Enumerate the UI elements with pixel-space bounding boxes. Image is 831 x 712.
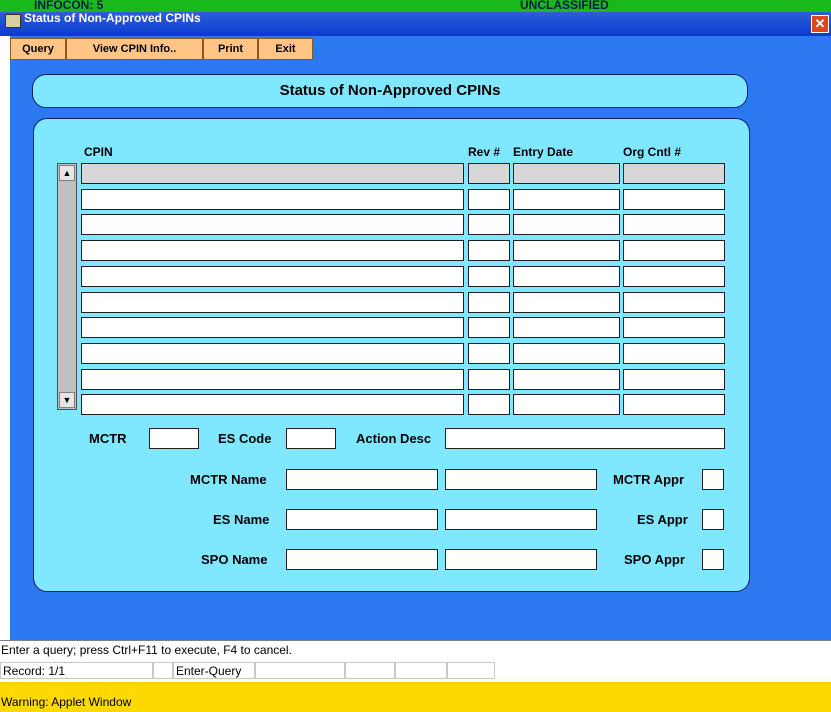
cpin-cell[interactable] bbox=[81, 163, 464, 184]
action-desc-label: Action Desc bbox=[356, 431, 432, 446]
rev-cell[interactable] bbox=[468, 265, 510, 287]
mctr-name-label: MCTR Name bbox=[190, 472, 267, 487]
scroll-up-icon[interactable]: ▲ bbox=[59, 165, 75, 181]
org-cntl-cell[interactable] bbox=[623, 368, 725, 390]
cpin-cell[interactable] bbox=[81, 368, 464, 390]
rev-cell[interactable] bbox=[468, 163, 510, 184]
rev-cell[interactable] bbox=[468, 342, 510, 364]
org-cntl-cell[interactable] bbox=[623, 291, 725, 313]
mode-indicator: Enter-Query bbox=[173, 662, 255, 679]
org-cntl-cell[interactable] bbox=[623, 265, 725, 287]
column-header-rev: Rev # bbox=[468, 145, 501, 159]
table-scrollbar[interactable]: ▲ ▼ bbox=[57, 163, 77, 410]
action-desc-field[interactable] bbox=[445, 428, 725, 449]
org-cntl-cell[interactable] bbox=[623, 317, 725, 339]
spo-name-field-2[interactable] bbox=[445, 549, 597, 570]
warning-text: Warning: Applet Window bbox=[1, 695, 132, 709]
column-header-entry-date: Entry Date bbox=[513, 145, 574, 159]
print-button[interactable]: Print bbox=[203, 38, 258, 60]
entry-date-cell[interactable] bbox=[513, 317, 620, 339]
cpin-cell[interactable] bbox=[81, 342, 464, 364]
spo-name-label: SPO Name bbox=[201, 552, 268, 567]
entry-date-cell[interactable] bbox=[513, 188, 620, 210]
es-appr-label: ES Appr bbox=[637, 512, 688, 527]
mctr-name-field[interactable] bbox=[286, 469, 438, 490]
entry-date-cell[interactable] bbox=[513, 368, 620, 390]
window-title: Status of Non-Approved CPINs bbox=[24, 11, 201, 25]
status-segment bbox=[153, 662, 173, 679]
classification-label: UNCLASSIFIED bbox=[520, 0, 609, 12]
scroll-down-icon[interactable]: ▼ bbox=[59, 392, 75, 408]
cpin-panel: CPIN Rev # Entry Date Org Cntl # ▲ ▼ MCT… bbox=[33, 118, 750, 592]
cpin-cell[interactable] bbox=[81, 214, 464, 236]
applet-warning-bar: Warning: Applet Window bbox=[0, 682, 831, 712]
status-segment bbox=[345, 662, 395, 679]
es-appr-field[interactable] bbox=[702, 509, 724, 530]
mctr-field[interactable] bbox=[149, 428, 199, 449]
cpin-cell[interactable] bbox=[81, 317, 464, 339]
exit-button[interactable]: Exit bbox=[258, 38, 313, 60]
org-cntl-cell[interactable] bbox=[623, 188, 725, 210]
rev-cell[interactable] bbox=[468, 394, 510, 416]
status-bar: Record: 1/1 Enter-Query bbox=[0, 659, 831, 679]
rev-cell[interactable] bbox=[468, 368, 510, 390]
status-segment bbox=[447, 662, 495, 679]
entry-date-cell[interactable] bbox=[513, 394, 620, 416]
cpin-cell[interactable] bbox=[81, 240, 464, 262]
es-name-field-2[interactable] bbox=[445, 509, 597, 530]
rev-cell[interactable] bbox=[468, 317, 510, 339]
rev-cell[interactable] bbox=[468, 240, 510, 262]
rev-cell[interactable] bbox=[468, 214, 510, 236]
status-segment bbox=[255, 662, 345, 679]
rev-cell[interactable] bbox=[468, 291, 510, 313]
es-name-field[interactable] bbox=[286, 509, 438, 530]
entry-date-cell[interactable] bbox=[513, 163, 620, 184]
status-message: Enter a query; press Ctrl+F11 to execute… bbox=[1, 643, 292, 657]
cpin-cell[interactable] bbox=[81, 291, 464, 313]
es-code-field[interactable] bbox=[286, 428, 336, 449]
spo-appr-label: SPO Appr bbox=[624, 552, 685, 567]
entry-date-cell[interactable] bbox=[513, 291, 620, 313]
entry-date-cell[interactable] bbox=[513, 265, 620, 287]
org-cntl-cell[interactable] bbox=[623, 240, 725, 262]
spo-name-field[interactable] bbox=[286, 549, 438, 570]
org-cntl-cell[interactable] bbox=[623, 394, 725, 416]
spo-appr-field[interactable] bbox=[702, 549, 724, 570]
org-cntl-cell[interactable] bbox=[623, 163, 725, 184]
rev-cell[interactable] bbox=[468, 188, 510, 210]
entry-date-cell[interactable] bbox=[513, 214, 620, 236]
es-code-label: ES Code bbox=[218, 431, 272, 446]
mctr-label: MCTR bbox=[89, 431, 127, 446]
mctr-name-field-2[interactable] bbox=[445, 469, 597, 490]
record-text: Record: 1/1 bbox=[3, 664, 66, 678]
status-segment bbox=[395, 662, 447, 679]
cpin-cell[interactable] bbox=[81, 188, 464, 210]
mode-text: Enter-Query bbox=[176, 664, 242, 678]
close-icon[interactable]: ✕ bbox=[811, 15, 829, 33]
mctr-appr-field[interactable] bbox=[702, 469, 724, 490]
window-titlebar: Status of Non-Approved CPINs ✕ bbox=[0, 11, 831, 36]
record-indicator: Record: 1/1 bbox=[0, 662, 153, 679]
es-name-label: ES Name bbox=[213, 512, 270, 527]
view-cpin-info-button[interactable]: View CPIN Info.. bbox=[66, 38, 203, 60]
cpin-cell[interactable] bbox=[81, 265, 464, 287]
form-canvas: Query View CPIN Info.. Print Exit Status… bbox=[10, 36, 831, 640]
org-cntl-cell[interactable] bbox=[623, 342, 725, 364]
column-header-org-cntl: Org Cntl # bbox=[623, 145, 682, 159]
org-cntl-cell[interactable] bbox=[623, 214, 725, 236]
entry-date-cell[interactable] bbox=[513, 342, 620, 364]
entry-date-cell[interactable] bbox=[513, 240, 620, 262]
column-header-cpin: CPIN bbox=[84, 145, 113, 159]
mctr-appr-label: MCTR Appr bbox=[613, 472, 685, 487]
window-app-icon bbox=[5, 14, 21, 28]
hint-bar: Enter a query; press Ctrl+F11 to execute… bbox=[0, 640, 831, 659]
page-title: Status of Non-Approved CPINs bbox=[32, 74, 748, 108]
cpin-cell[interactable] bbox=[81, 394, 464, 416]
query-button[interactable]: Query bbox=[10, 38, 66, 60]
